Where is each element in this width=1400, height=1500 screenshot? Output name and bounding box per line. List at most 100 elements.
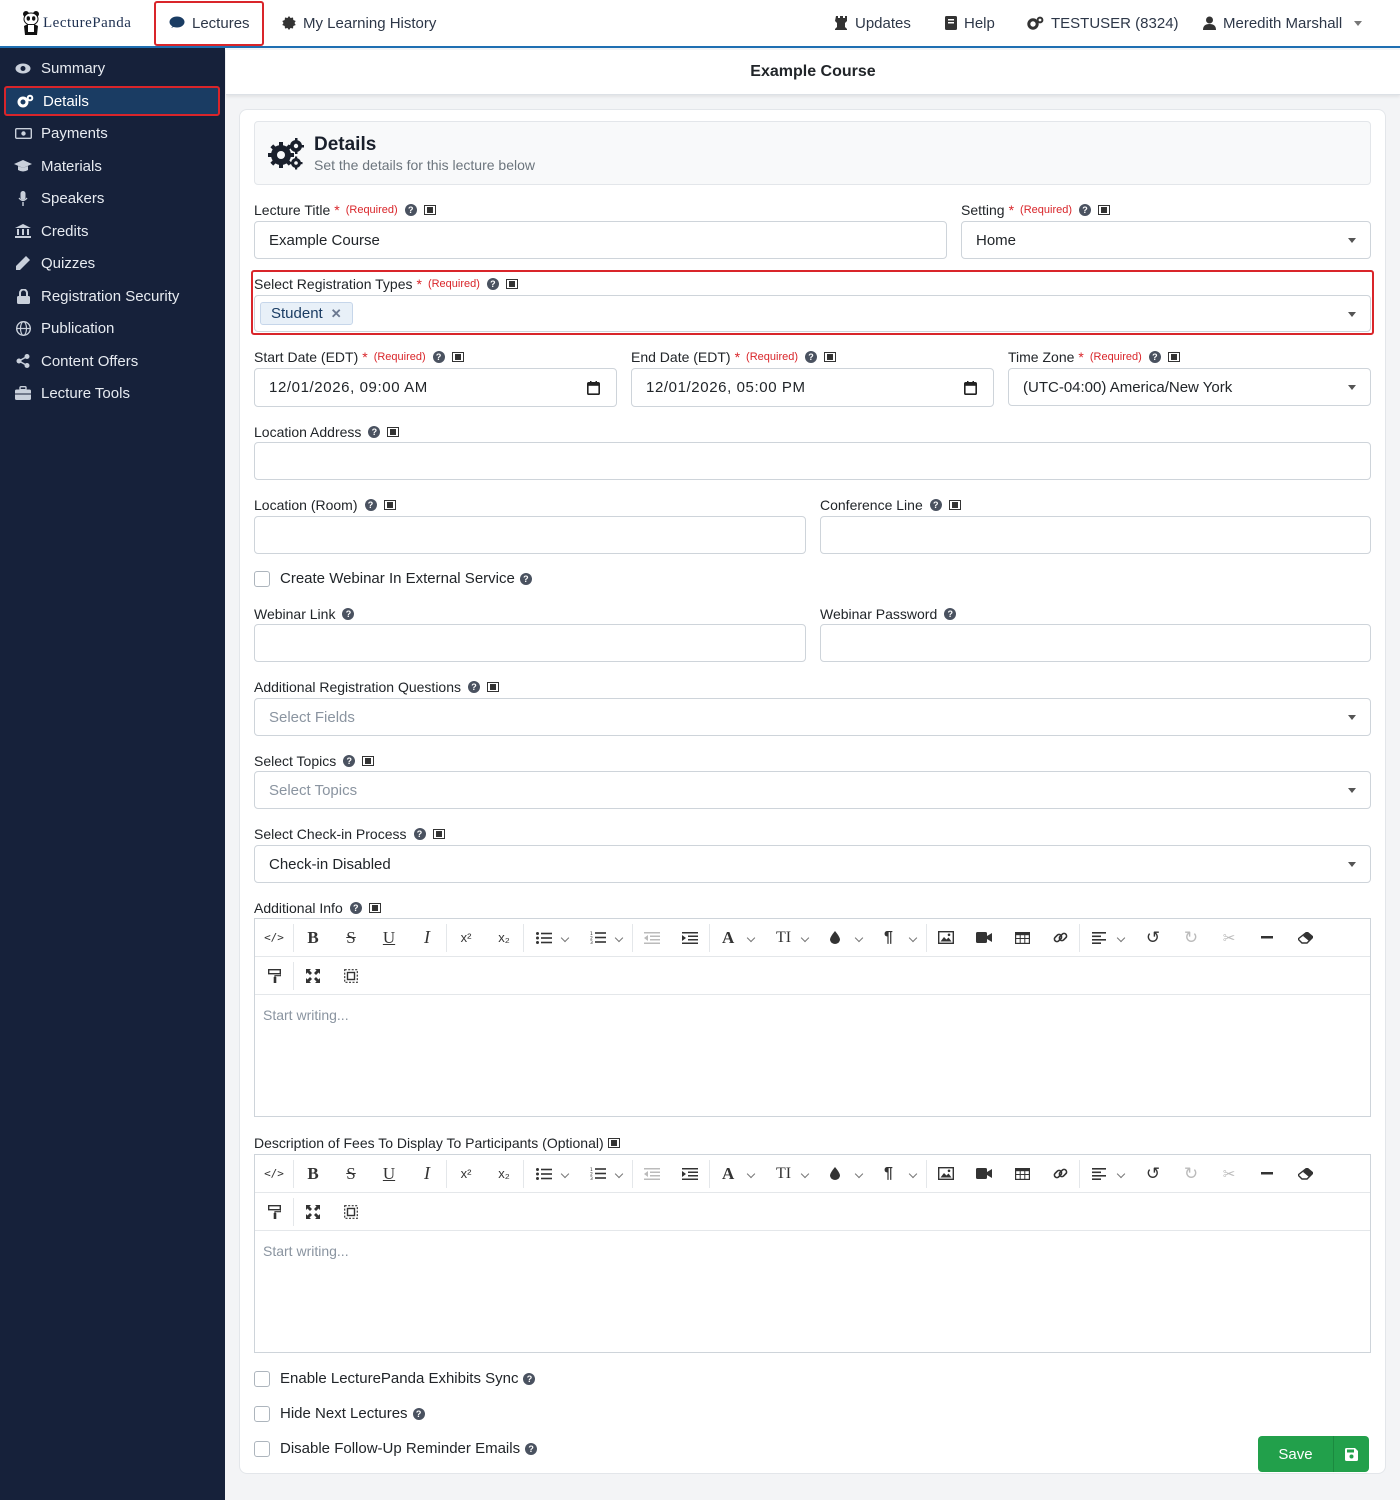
code-view-icon[interactable]: </> [255,919,293,957]
video-icon[interactable] [965,919,1003,957]
sidebar-item-speakers[interactable]: Speakers [14,183,219,213]
subscript-icon[interactable]: x₂ [485,1155,523,1193]
checkbox[interactable] [254,1370,270,1387]
sidebar-item-registration-security[interactable]: Registration Security [14,281,219,311]
help-icon[interactable]: ? [468,681,481,693]
nav-user-menu[interactable]: Meredith Marshall [1203,0,1363,46]
format-painter-icon[interactable] [255,957,293,995]
cut-icon[interactable]: ✂ [1210,1155,1248,1193]
font-size-icon[interactable]: TI [764,1155,818,1193]
redo-icon[interactable]: ↻ [1172,1155,1210,1193]
help-icon[interactable]: ? [525,1442,538,1455]
help-icon[interactable]: ? [805,351,818,363]
paragraph-icon[interactable]: ¶ [872,1155,926,1193]
italic-icon[interactable]: I [408,919,446,957]
select-all-icon[interactable] [332,957,370,995]
help-icon[interactable]: ? [1079,204,1092,216]
help-icon[interactable]: ? [413,828,426,840]
bold-icon[interactable]: B [294,919,332,957]
nav-help[interactable]: Help [945,0,995,46]
table-icon[interactable] [1003,1155,1041,1193]
film-icon[interactable] [362,756,375,766]
numbered-list-icon[interactable]: 123 [578,1155,632,1193]
film-icon[interactable] [451,352,464,362]
select-all-icon[interactable] [332,1193,370,1231]
format-painter-icon[interactable] [255,1193,293,1231]
indent-icon[interactable] [671,1155,709,1193]
link-icon[interactable] [1041,1155,1079,1193]
calendar-icon[interactable] [587,380,600,395]
numbered-list-icon[interactable]: 123 [578,919,632,957]
help-icon[interactable]: ? [432,351,445,363]
table-icon[interactable] [1003,919,1041,957]
superscript-icon[interactable]: x² [447,1155,485,1193]
film-icon[interactable] [505,279,518,289]
strikethrough-icon[interactable]: S [332,1155,370,1193]
setting-select[interactable]: Home [961,221,1371,259]
film-icon[interactable] [487,682,500,692]
horizontal-rule-icon[interactable] [1248,1155,1286,1193]
indent-icon[interactable] [671,919,709,957]
help-icon[interactable]: ? [364,499,377,511]
nav-learning-history[interactable]: My Learning History [282,0,436,46]
film-icon[interactable] [1167,352,1180,362]
help-icon[interactable]: ? [1148,351,1161,363]
help-icon[interactable]: ? [944,608,957,620]
video-icon[interactable] [965,1155,1003,1193]
lecture-title-input[interactable]: Example Course [254,221,947,259]
eraser-icon[interactable] [1286,919,1324,957]
fullscreen-icon[interactable] [294,957,332,995]
undo-icon[interactable]: ↺ [1134,919,1172,957]
underline-icon[interactable]: U [370,919,408,957]
undo-icon[interactable]: ↺ [1134,1155,1172,1193]
film-icon[interactable] [387,427,400,437]
conference-line-input[interactable] [820,516,1371,554]
save-button[interactable]: Save [1258,1436,1369,1472]
film-icon[interactable] [824,352,837,362]
sidebar-item-content-offers[interactable]: Content Offers [14,346,219,376]
film-icon[interactable] [368,903,381,913]
help-icon[interactable]: ? [929,499,942,511]
eraser-icon[interactable] [1286,1155,1324,1193]
help-icon[interactable]: ? [404,204,417,216]
strikethrough-icon[interactable]: S [332,919,370,957]
nav-updates[interactable]: Updates [835,0,911,46]
checkin-select[interactable]: Check-in Disabled [254,845,1371,883]
film-icon[interactable] [423,205,436,215]
font-family-icon[interactable]: A [710,1155,764,1193]
subscript-icon[interactable]: x₂ [485,919,523,957]
image-icon[interactable] [927,919,965,957]
help-icon[interactable]: ? [349,902,362,914]
help-icon[interactable]: ? [519,572,532,585]
film-icon[interactable] [383,500,396,510]
checkbox[interactable] [254,1440,270,1457]
outdent-icon[interactable] [633,1155,671,1193]
text-color-icon[interactable] [818,1155,872,1193]
help-icon[interactable]: ? [486,278,499,290]
film-icon[interactable] [948,500,961,510]
bullet-list-icon[interactable] [524,1155,578,1193]
calendar-icon[interactable] [964,380,977,395]
sidebar-item-credits[interactable]: Credits [14,216,219,246]
exhibits-sync-checkbox[interactable]: Enable LecturePanda Exhibits Sync ? [254,1370,536,1387]
link-icon[interactable] [1041,919,1079,957]
help-icon[interactable]: ? [412,1407,425,1420]
paragraph-icon[interactable]: ¶ [872,919,926,957]
registration-types-select[interactable]: Student ✕ [254,295,1371,332]
sidebar-item-quizzes[interactable]: Quizzes [14,248,219,278]
sidebar-item-payments[interactable]: Payments [14,118,219,148]
end-date-input[interactable]: 12/01/2026, 05:00 PM [631,368,994,407]
film-icon[interactable] [1098,205,1111,215]
webinar-password-input[interactable] [820,624,1371,662]
sidebar-item-publication[interactable]: Publication [14,313,219,343]
nav-lectures[interactable]: Lectures [169,0,250,46]
sidebar-item-materials[interactable]: Materials [14,151,219,181]
sidebar-item-details[interactable]: Details [4,86,220,116]
film-icon[interactable] [432,829,445,839]
underline-icon[interactable]: U [370,1155,408,1193]
cut-icon[interactable]: ✂ [1210,919,1248,957]
bullet-list-icon[interactable] [524,919,578,957]
sidebar-item-lecture-tools[interactable]: Lecture Tools [14,378,219,408]
editor-body[interactable]: Start writing... [255,995,1370,1035]
location-address-input[interactable] [254,442,1371,480]
